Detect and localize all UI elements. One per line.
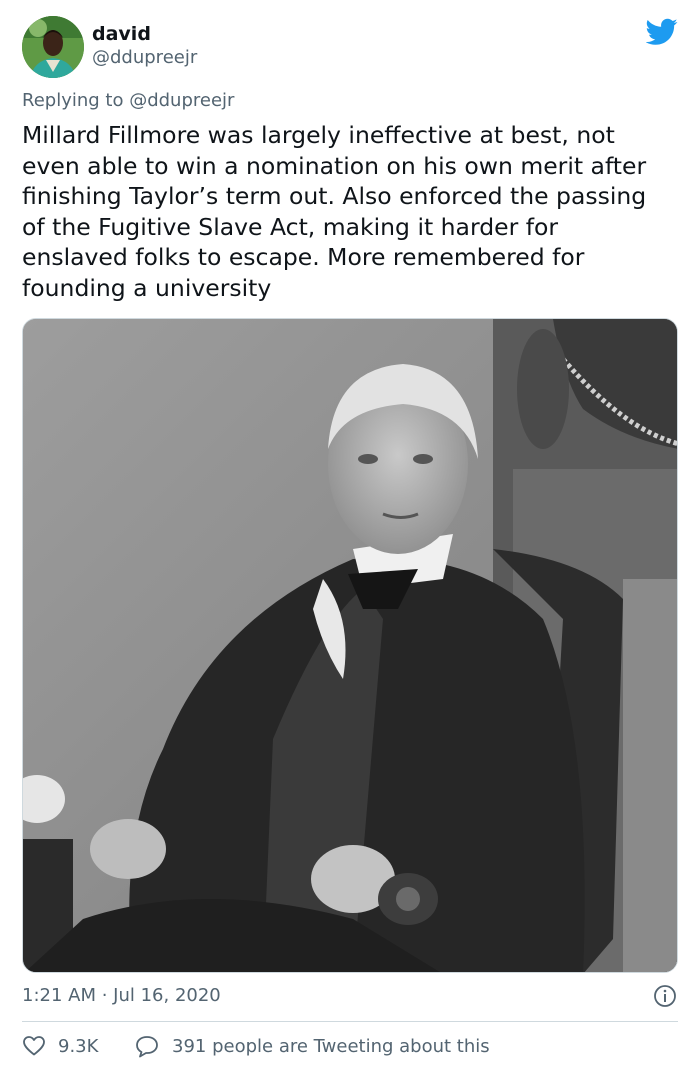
avatar-image [22, 16, 84, 78]
heart-icon [23, 1036, 45, 1056]
tweet-timestamp[interactable]: 1:21 AM · Jul 16, 2020 [22, 985, 221, 1006]
reply-bubble-icon [136, 1036, 158, 1058]
author-handle[interactable]: @ddupreejr [92, 46, 197, 70]
like-button[interactable]: 9.3K [22, 1034, 98, 1058]
avatar[interactable] [22, 16, 84, 78]
like-count: 9.3K [58, 1035, 99, 1057]
replying-to-line: Replying to @ddupreejr [22, 90, 234, 111]
photo-portrait-image [23, 319, 677, 972]
conversation-link[interactable]: 391 people are Tweeting about this [134, 1034, 490, 1058]
divider [22, 1021, 678, 1022]
tweet-header: david @ddupreejr [22, 16, 678, 78]
author-display-name[interactable]: david [92, 22, 197, 46]
conversation-count: 391 people are Tweeting about this [172, 1035, 490, 1057]
tweet-photo[interactable] [22, 318, 678, 973]
info-icon[interactable] [653, 984, 677, 1008]
replying-to-label: Replying to [22, 90, 130, 111]
tweet-body-text: Millard Fillmore was largely ineffective… [22, 121, 647, 302]
reply-mention-link[interactable]: @ddupreejr [129, 90, 234, 111]
twitter-bird-icon[interactable] [646, 18, 678, 46]
